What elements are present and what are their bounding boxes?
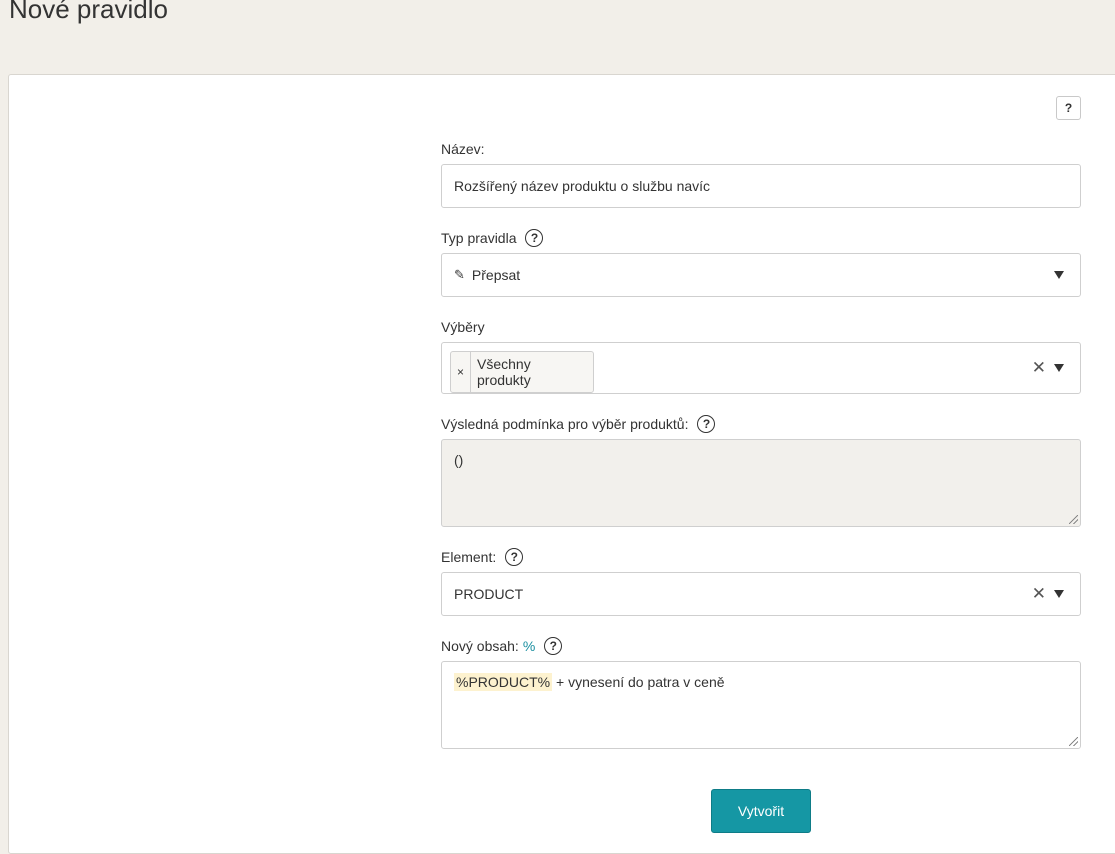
selections-label: Výběry [441,317,485,337]
rule-type-value: ✎ Přepsat [454,254,520,296]
new-content-textarea[interactable]: %PRODUCT% + vynesení do patra v ceně [441,661,1081,749]
element-label-text: Element: [441,549,497,565]
page-title: Nové pravidlo [9,0,168,24]
name-label: Název: [441,139,485,159]
resize-handle[interactable] [1069,515,1078,524]
name-label-text: Název: [441,141,485,157]
content-text: + vynesení do patra v ceně [552,674,725,690]
name-input-value: Rozšířený název produktu o službu navíc [454,178,711,194]
chevron-down-icon[interactable] [1054,590,1064,598]
content-token: %PRODUCT% [454,673,553,691]
selections-label-text: Výběry [441,319,485,335]
name-input[interactable]: Rozšířený název produktu o službu navíc [441,164,1081,208]
element-select[interactable]: PRODUCT ✕ [441,572,1081,616]
resize-handle[interactable] [1069,737,1078,746]
condition-textarea: () [441,439,1081,527]
question-icon[interactable]: ? [544,637,563,655]
rule-type-label-text: Typ pravidla [441,230,517,246]
rule-type-select[interactable]: ✎ Přepsat [441,253,1081,297]
rule-type-selected: Přepsat [471,267,521,283]
rule-type-label: Typ pravidla ? [441,228,544,248]
selection-tag: × Všechny produkty [450,351,594,393]
new-content-label-text: Nový obsah: [441,638,519,654]
create-button[interactable]: Vytvořit [711,789,811,833]
new-content-label: Nový obsah: % ? [441,636,563,656]
placeholder-link[interactable]: % [523,638,535,654]
selections-multiselect[interactable]: × Všechny produkty ✕ [441,342,1081,394]
chevron-down-icon[interactable] [1054,364,1064,372]
selection-tag-label: Všechny produkty [477,356,531,388]
condition-label: Výsledná podmínka pro výběr produktů: ? [441,414,716,434]
condition-label-text: Výsledná podmínka pro výběr produktů: [441,416,689,432]
help-button[interactable]: ? [1056,96,1081,120]
clear-icon[interactable]: ✕ [1032,584,1046,604]
condition-value: () [454,452,464,468]
pencil-icon: ✎ [454,267,465,282]
question-icon[interactable]: ? [525,229,544,247]
chevron-down-icon[interactable] [1054,271,1064,279]
element-selected: PRODUCT [454,586,524,602]
element-label: Element: ? [441,547,524,567]
question-icon[interactable]: ? [505,548,524,566]
remove-tag-icon[interactable]: × [451,352,471,392]
element-value: PRODUCT [454,573,523,615]
clear-icon[interactable]: ✕ [1032,358,1046,378]
form-panel: ? Název: Rozšířený název produktu o služ… [8,74,1115,854]
question-icon[interactable]: ? [697,415,716,433]
